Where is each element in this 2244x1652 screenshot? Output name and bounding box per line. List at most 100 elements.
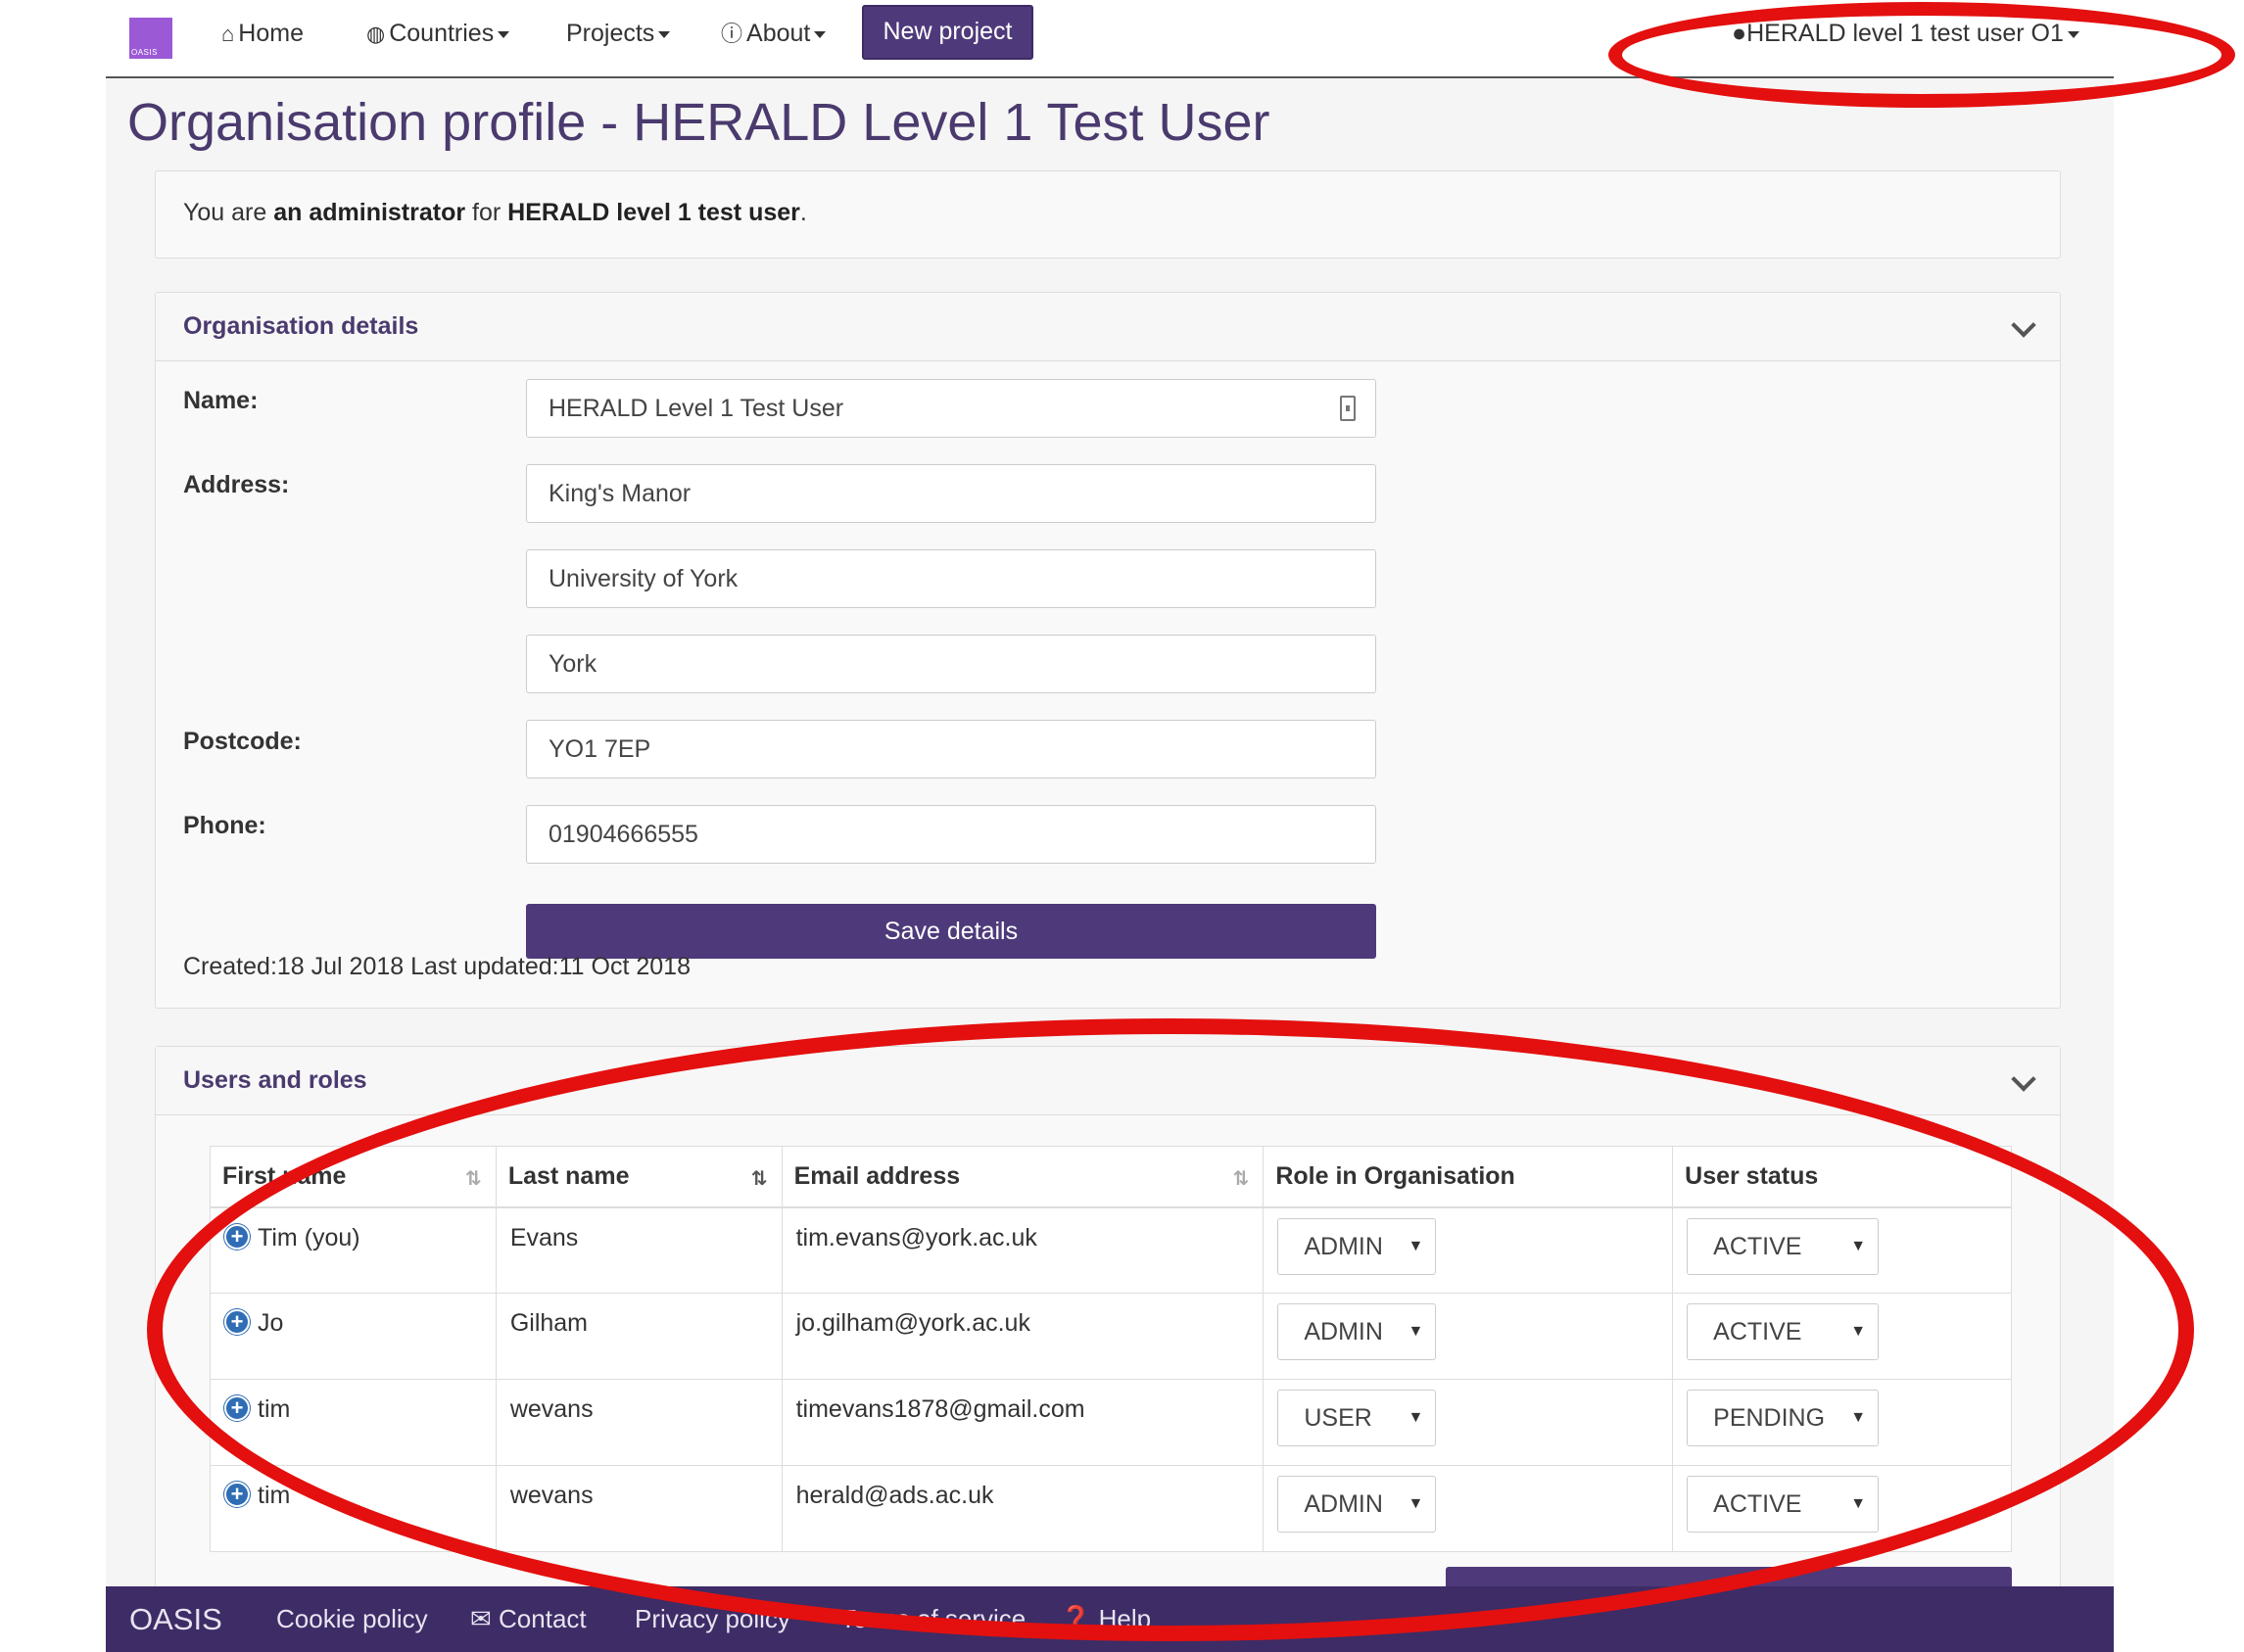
dropdown-arrow-icon: ▼	[1408, 1323, 1424, 1340]
column-header-label: First name	[222, 1161, 347, 1190]
role-select[interactable]: ADMIN ▼	[1277, 1476, 1437, 1533]
column-header-role: Role in Organisation	[1263, 1146, 1674, 1208]
name-input[interactable]: HERALD Level 1 Test User	[526, 379, 1376, 438]
address-line3-input[interactable]: York	[526, 635, 1376, 693]
first-name-value: Jo	[258, 1309, 284, 1337]
organisation-details-heading[interactable]: Organisation details	[156, 293, 2060, 361]
users-table: First name ⇅ Last name ⇅ Email address ⇅ Ro…	[210, 1146, 2012, 1552]
nav-projects[interactable]: Projects	[566, 14, 671, 53]
cell-first-name: + Tim (you)	[210, 1206, 497, 1294]
dropdown-arrow-icon: ▼	[1850, 1323, 1867, 1340]
phone-input[interactable]: 01904666555	[526, 805, 1376, 864]
caret-down-icon	[658, 30, 671, 38]
nav-projects-label: Projects	[566, 20, 655, 47]
first-name-value: Tim (you)	[258, 1223, 360, 1251]
nav-home[interactable]: ⌂ Home	[221, 14, 304, 53]
table-row: + tim wevans herald@ads.ac.uk ADMIN ▼ ACTI…	[210, 1465, 2012, 1552]
expand-row-icon[interactable]: +	[224, 1309, 250, 1336]
globe-icon: ◍	[366, 22, 386, 46]
cell-status: PENDING ▼	[1672, 1379, 2012, 1466]
footer-brand[interactable]: OASIS	[129, 1602, 222, 1637]
column-header-last-name[interactable]: Last name ⇅	[495, 1146, 783, 1208]
logo-text: OASIS	[131, 48, 158, 57]
cell-role: USER ▼	[1263, 1379, 1674, 1466]
first-name-value: tim	[258, 1482, 291, 1509]
footer-cookie-link[interactable]: Cookie policy	[276, 1604, 428, 1634]
column-header-email[interactable]: Email address ⇅	[781, 1146, 1265, 1208]
role-select[interactable]: ADMIN ▼	[1277, 1217, 1437, 1275]
oasis-logo[interactable]: OASIS	[129, 18, 172, 59]
footer-terms-link[interactable]: Terms of service	[840, 1604, 1026, 1634]
expand-row-icon[interactable]: +	[224, 1223, 250, 1250]
status-select[interactable]: ACTIVE ▼	[1687, 1303, 1880, 1360]
chevron-down-icon[interactable]	[2011, 1066, 2036, 1092]
dropdown-arrow-icon: ▼	[1850, 1237, 1867, 1254]
cell-email: herald@ads.ac.uk	[781, 1465, 1265, 1552]
footer-contact-link[interactable]: ✉ Contact	[470, 1604, 587, 1634]
name-label: Name:	[183, 387, 259, 414]
cell-status: ACTIVE ▼	[1672, 1206, 2012, 1294]
caret-down-icon	[2067, 30, 2079, 38]
nav-countries[interactable]: ◍ Countries	[366, 14, 510, 53]
first-name-value: tim	[258, 1395, 291, 1423]
user-menu[interactable]: ●HERALD level 1 test user O1	[1732, 14, 2079, 53]
status-select-value: ACTIVE	[1713, 1490, 1802, 1518]
postcode-input[interactable]: YO1 7EP	[526, 720, 1376, 779]
info-org: HERALD level 1 test user	[507, 199, 800, 226]
caret-down-icon	[498, 30, 510, 38]
cell-email: jo.gilham@york.ac.uk	[781, 1293, 1265, 1380]
sort-icon[interactable]: ⇅	[465, 1166, 482, 1191]
status-select[interactable]: ACTIVE ▼	[1687, 1476, 1880, 1533]
table-row: + Tim (you) Evans tim.evans@york.ac.uk AD…	[210, 1206, 2012, 1294]
address-line2-input[interactable]: University of York	[526, 549, 1376, 608]
save-details-button[interactable]: Save details	[526, 904, 1376, 959]
cell-role: ADMIN ▼	[1263, 1465, 1674, 1552]
cell-first-name: + tim	[210, 1465, 497, 1552]
footer-privacy-link[interactable]: Privacy policy	[635, 1604, 790, 1634]
status-select[interactable]: ACTIVE ▼	[1687, 1217, 1880, 1275]
footer-help-link[interactable]: ❓ Help	[1060, 1604, 1151, 1634]
column-header-first-name[interactable]: First name ⇅	[210, 1146, 497, 1208]
phone-label: Phone:	[183, 812, 266, 839]
users-roles-heading[interactable]: Users and roles	[156, 1047, 2060, 1115]
info-icon: ⓘ	[721, 22, 743, 46]
dropdown-arrow-icon: ▼	[1408, 1495, 1424, 1512]
table-row: + tim wevans timevans1878@gmail.com USER ▼…	[210, 1379, 2012, 1466]
role-select-value: USER	[1304, 1404, 1372, 1432]
sort-icon[interactable]: ⇅	[1233, 1166, 1250, 1191]
role-select[interactable]: USER ▼	[1277, 1390, 1437, 1446]
nav-countries-label: Countries	[389, 20, 495, 47]
cell-email: tim.evans@york.ac.uk	[781, 1206, 1265, 1294]
name-input-value: HERALD Level 1 Test User	[549, 395, 844, 422]
organisation-details-title: Organisation details	[183, 312, 419, 340]
footer-contact-label: Contact	[499, 1604, 587, 1633]
column-header-label: Email address	[793, 1161, 961, 1190]
footer: OASIS Cookie policy ✉ Contact Privacy po…	[106, 1586, 2114, 1652]
dropdown-arrow-icon: ▼	[1408, 1409, 1424, 1426]
role-select[interactable]: ADMIN ▼	[1277, 1303, 1437, 1360]
new-project-button[interactable]: New project	[862, 5, 1033, 60]
admin-info-text: You are an administrator for HERALD leve…	[183, 199, 807, 227]
home-icon: ⌂	[221, 22, 235, 46]
status-select[interactable]: PENDING ▼	[1687, 1390, 1880, 1446]
role-select-value: ADMIN	[1304, 1232, 1383, 1260]
expand-row-icon[interactable]: +	[224, 1482, 250, 1508]
organisation-details-panel: Organisation details Name: HERALD Level …	[155, 292, 2061, 1009]
status-select-value: ACTIVE	[1713, 1232, 1802, 1260]
cell-email: timevans1878@gmail.com	[781, 1379, 1265, 1466]
status-select-value: PENDING	[1713, 1404, 1826, 1432]
column-header-label: User status	[1685, 1161, 1819, 1190]
info-middle: for	[465, 199, 508, 226]
address-line1-input[interactable]: King's Manor	[526, 464, 1376, 523]
users-roles-title: Users and roles	[183, 1066, 367, 1094]
contact-card-icon	[1340, 396, 1356, 421]
cell-last-name: Gilham	[495, 1293, 783, 1380]
question-icon: ❓	[1060, 1604, 1092, 1633]
table-row: + Jo Gilham jo.gilham@york.ac.uk ADMIN ▼ A…	[210, 1293, 2012, 1380]
expand-row-icon[interactable]: +	[224, 1395, 250, 1422]
role-select-value: ADMIN	[1304, 1318, 1383, 1345]
chevron-down-icon[interactable]	[2011, 312, 2036, 338]
navbar: OASIS ⌂ Home ◍ Countries Projects ⓘ About N…	[106, 0, 2114, 78]
nav-about[interactable]: ⓘ About	[721, 14, 827, 53]
sort-ascending-icon[interactable]: ⇅	[751, 1166, 768, 1191]
